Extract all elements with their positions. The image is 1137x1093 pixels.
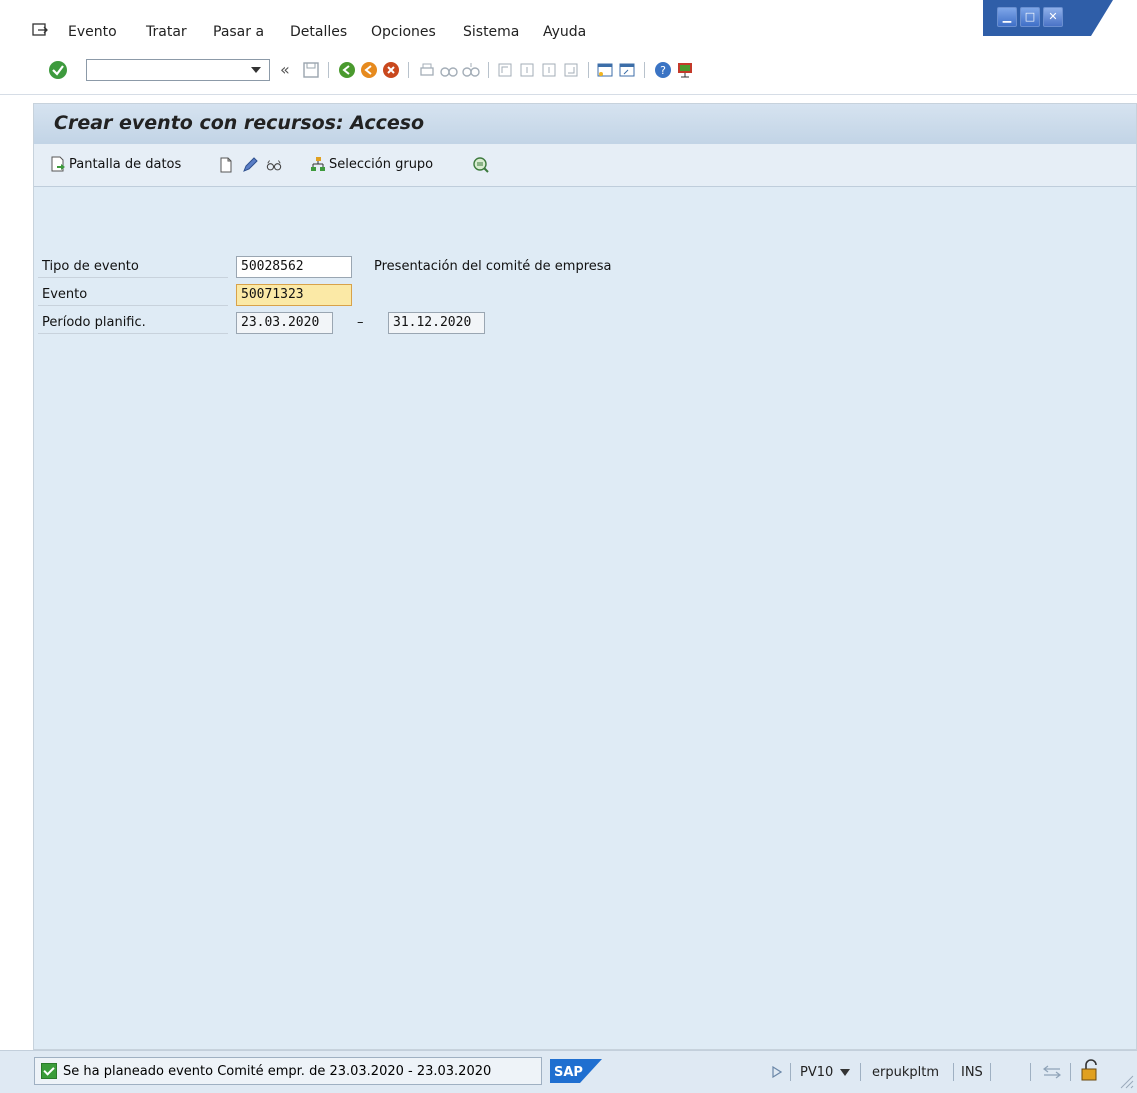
system-id: PV10 — [800, 1065, 834, 1080]
maximize-button[interactable]: □ — [1020, 7, 1040, 27]
menu-pasar-a[interactable]: Pasar a — [213, 24, 264, 40]
status-separator — [790, 1063, 791, 1081]
command-dropdown-icon[interactable] — [251, 67, 261, 73]
toolbar-separator — [408, 62, 409, 78]
expand-arrow-icon[interactable] — [772, 1066, 782, 1078]
status-separator — [860, 1063, 861, 1081]
planning-period-label: Período planific. — [38, 312, 228, 334]
application-toolbar: Pantalla de datos Selección grupo — [34, 144, 1136, 187]
display-glasses-icon[interactable] — [266, 157, 282, 173]
last-page-icon[interactable] — [562, 61, 580, 79]
data-screen-label: Pantalla de datos — [69, 156, 182, 172]
find-next-icon[interactable] — [462, 61, 480, 79]
back-history-icon[interactable]: « — [280, 60, 290, 79]
print-icon[interactable] — [418, 61, 436, 79]
close-button[interactable]: ✕ — [1043, 7, 1063, 27]
standard-toolbar: « ? — [0, 48, 1137, 95]
layout-toggle-icon[interactable] — [1042, 1063, 1062, 1081]
data-screen-icon — [51, 156, 65, 172]
toolbar-separator — [644, 62, 645, 78]
exit-icon[interactable] — [360, 61, 378, 79]
previous-page-icon[interactable] — [518, 61, 536, 79]
status-bar: Se ha planeado evento Comité empr. de 23… — [0, 1050, 1137, 1093]
period-separator: – — [357, 315, 364, 330]
cancel-icon[interactable] — [382, 61, 400, 79]
toolbar-separator — [488, 62, 489, 78]
minimize-button[interactable]: ▁ — [997, 7, 1017, 27]
menu-opciones[interactable]: Opciones — [371, 24, 436, 40]
data-screen-button[interactable]: Pantalla de datos — [50, 156, 181, 172]
status-separator — [1030, 1063, 1031, 1081]
next-page-icon[interactable] — [540, 61, 558, 79]
status-message: Se ha planeado evento Comité empr. de 23… — [63, 1063, 492, 1079]
server-name: erpukpltm — [872, 1065, 939, 1080]
status-separator — [953, 1063, 954, 1081]
menu-bar: Evento Tratar Pasar a Detalles Opciones … — [0, 0, 1137, 48]
command-field[interactable] — [86, 59, 270, 81]
resize-grip-icon[interactable] — [1116, 1071, 1134, 1089]
period-from-field[interactable]: 23.03.2020 — [236, 312, 333, 334]
main-frame: Crear evento con recursos: Acceso Pantal… — [33, 103, 1137, 1050]
page-title: Crear evento con recursos: Acceso — [54, 112, 425, 134]
event-type-field[interactable]: 50028562 — [236, 256, 352, 278]
back-icon[interactable] — [338, 61, 356, 79]
create-session-icon[interactable] — [596, 61, 614, 79]
event-type-description: Presentación del comité de empresa — [374, 259, 612, 274]
save-icon[interactable] — [302, 61, 320, 79]
toolbar-separator — [328, 62, 329, 78]
status-separator — [1070, 1063, 1071, 1081]
menu-ayuda[interactable]: Ayuda — [543, 24, 586, 40]
status-message-box[interactable]: Se ha planeado evento Comité empr. de 23… — [34, 1057, 542, 1085]
event-type-label: Tipo de evento — [38, 256, 228, 278]
menu-sistema[interactable]: Sistema — [463, 24, 519, 40]
toolbar-separator — [588, 62, 589, 78]
status-separator — [990, 1063, 991, 1081]
enter-icon[interactable] — [48, 60, 68, 80]
edit-pencil-icon[interactable] — [242, 157, 258, 173]
period-to-field[interactable]: 31.12.2020 — [388, 312, 485, 334]
menu-evento[interactable]: Evento — [68, 24, 117, 40]
group-selection-button[interactable]: Selección grupo — [310, 156, 433, 172]
system-dropdown-icon[interactable] — [840, 1069, 850, 1077]
menu-exit-icon[interactable] — [32, 23, 48, 37]
input-mode[interactable]: INS — [961, 1065, 983, 1080]
hierarchy-icon — [311, 157, 325, 171]
first-page-icon[interactable] — [496, 61, 514, 79]
unlock-icon[interactable] — [1080, 1059, 1102, 1083]
svg-text:SAP: SAP — [554, 1065, 583, 1080]
title-bar: Crear evento con recursos: Acceso — [34, 104, 1136, 145]
search-detail-icon[interactable] — [472, 156, 490, 174]
svg-text:?: ? — [660, 64, 666, 77]
help-icon[interactable]: ? — [654, 61, 672, 79]
success-check-icon — [41, 1063, 57, 1079]
shortcut-icon[interactable] — [618, 61, 636, 79]
find-icon[interactable] — [440, 61, 458, 79]
event-label: Evento — [38, 284, 228, 306]
group-selection-label: Selección grupo — [329, 156, 434, 172]
customize-layout-icon[interactable] — [676, 61, 694, 79]
menu-tratar[interactable]: Tratar — [146, 24, 187, 40]
window-controls: ▁ □ ✕ — [983, 0, 1113, 38]
new-document-icon[interactable] — [218, 157, 234, 173]
menu-detalles[interactable]: Detalles — [290, 24, 347, 40]
sap-logo: SAP — [550, 1059, 602, 1083]
event-field[interactable]: 50071323 — [236, 284, 352, 306]
